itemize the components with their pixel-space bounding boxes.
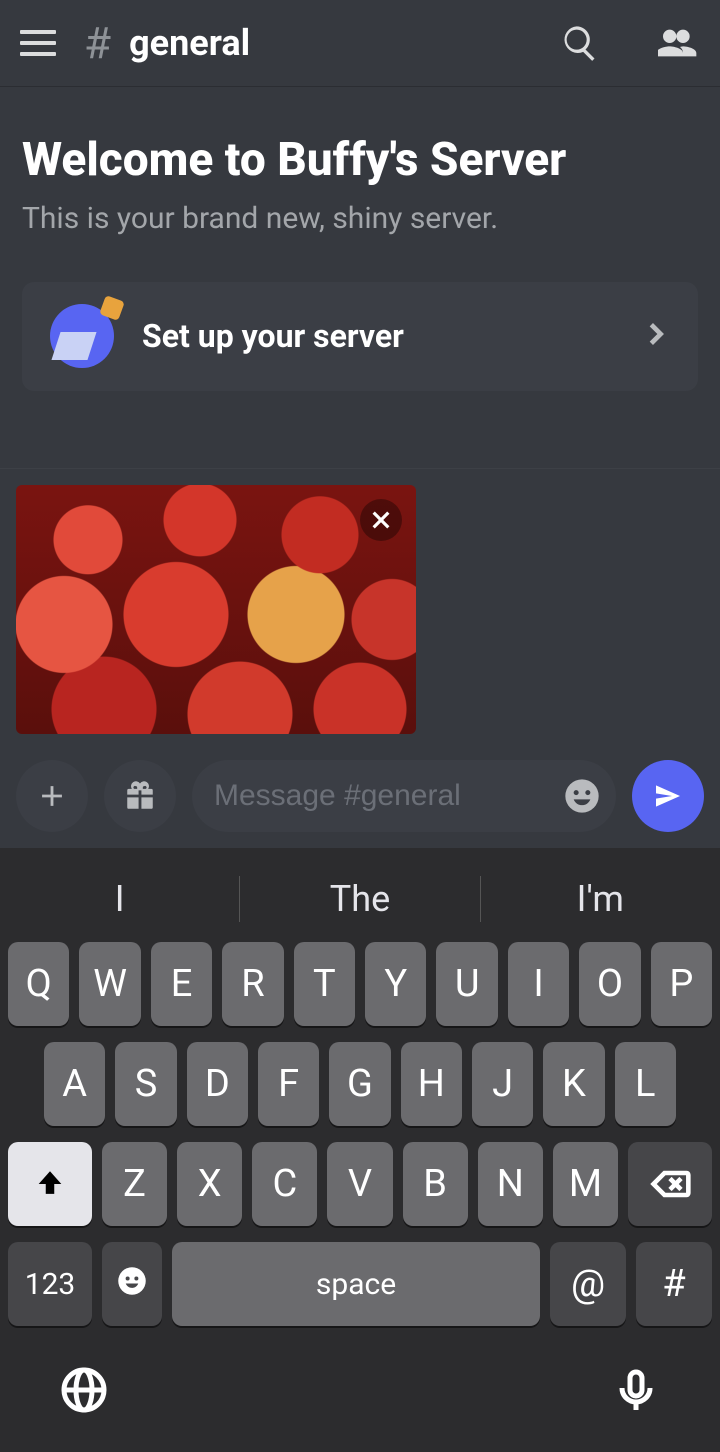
- members-icon[interactable]: [656, 21, 700, 65]
- key-x[interactable]: X: [177, 1142, 242, 1226]
- hash-key[interactable]: #: [636, 1242, 712, 1326]
- key-c[interactable]: C: [252, 1142, 317, 1226]
- key-d[interactable]: D: [187, 1042, 248, 1126]
- key-h[interactable]: H: [401, 1042, 462, 1126]
- app-header: # general: [0, 0, 720, 87]
- keyboard-row-4: 123 space @ #: [0, 1242, 720, 1326]
- emoji-face-icon: [117, 1262, 147, 1306]
- key-t[interactable]: T: [294, 942, 355, 1026]
- microphone-icon[interactable]: [612, 1366, 660, 1418]
- key-g[interactable]: G: [329, 1042, 390, 1126]
- key-y[interactable]: Y: [365, 942, 426, 1026]
- key-a[interactable]: A: [44, 1042, 105, 1126]
- key-v[interactable]: V: [327, 1142, 392, 1226]
- key-n[interactable]: N: [478, 1142, 543, 1226]
- menu-icon[interactable]: [20, 30, 60, 56]
- key-o[interactable]: O: [579, 942, 640, 1026]
- on-screen-keyboard: I The I'm Q W E R T Y U I O P A S D F G …: [0, 848, 720, 1452]
- backspace-key[interactable]: [628, 1142, 712, 1226]
- key-i[interactable]: I: [508, 942, 569, 1026]
- at-key[interactable]: @: [550, 1242, 626, 1326]
- search-icon[interactable]: [558, 21, 602, 65]
- image-attachment-preview[interactable]: [16, 485, 416, 734]
- key-q[interactable]: Q: [8, 942, 69, 1026]
- suggestion-2[interactable]: The: [240, 878, 479, 920]
- emoji-keyboard-key[interactable]: [102, 1242, 162, 1326]
- key-u[interactable]: U: [436, 942, 497, 1026]
- setup-icon: [50, 304, 114, 368]
- welcome-section: Welcome to Buffy's Server This is your b…: [0, 87, 720, 282]
- keyboard-row-2: A S D F G H J K L: [0, 1042, 720, 1126]
- message-input[interactable]: [214, 779, 544, 813]
- emoji-picker-button[interactable]: [562, 776, 602, 816]
- suggestion-1[interactable]: I: [0, 878, 239, 920]
- remove-attachment-button[interactable]: [360, 499, 402, 541]
- message-composer: [0, 750, 720, 848]
- key-b[interactable]: B: [403, 1142, 468, 1226]
- key-k[interactable]: K: [543, 1042, 604, 1126]
- hash-icon: #: [84, 17, 111, 69]
- send-button[interactable]: [632, 760, 704, 832]
- key-r[interactable]: R: [222, 942, 283, 1026]
- key-e[interactable]: E: [151, 942, 212, 1026]
- key-p[interactable]: P: [651, 942, 712, 1026]
- suggestion-3[interactable]: I'm: [481, 878, 720, 920]
- key-f[interactable]: F: [258, 1042, 319, 1126]
- key-s[interactable]: S: [115, 1042, 176, 1126]
- keyboard-bottom-bar: [0, 1342, 720, 1452]
- key-j[interactable]: J: [472, 1042, 533, 1126]
- chevron-right-icon: [642, 320, 670, 352]
- keyboard-row-3: Z X C V B N M: [0, 1142, 720, 1226]
- welcome-title: Welcome to Buffy's Server: [22, 137, 698, 183]
- keyboard-suggestions: I The I'm: [0, 856, 720, 942]
- setup-server-card[interactable]: Set up your server: [22, 282, 698, 391]
- channel-name-label: general: [129, 22, 250, 64]
- add-attachment-button[interactable]: [16, 760, 88, 832]
- welcome-subtitle: This is your brand new, shiny server.: [22, 201, 698, 236]
- key-m[interactable]: M: [553, 1142, 618, 1226]
- channel-title[interactable]: # general: [84, 17, 250, 69]
- gift-button[interactable]: [104, 760, 176, 832]
- space-key[interactable]: space: [172, 1242, 540, 1326]
- globe-icon[interactable]: [60, 1366, 108, 1418]
- keyboard-row-1: Q W E R T Y U I O P: [0, 942, 720, 1026]
- setup-label: Set up your server: [142, 317, 614, 355]
- numbers-key[interactable]: 123: [8, 1242, 92, 1326]
- key-w[interactable]: W: [79, 942, 140, 1026]
- key-l[interactable]: L: [615, 1042, 676, 1126]
- message-input-wrapper: [192, 760, 616, 832]
- key-z[interactable]: Z: [102, 1142, 167, 1226]
- shift-key[interactable]: [8, 1142, 92, 1226]
